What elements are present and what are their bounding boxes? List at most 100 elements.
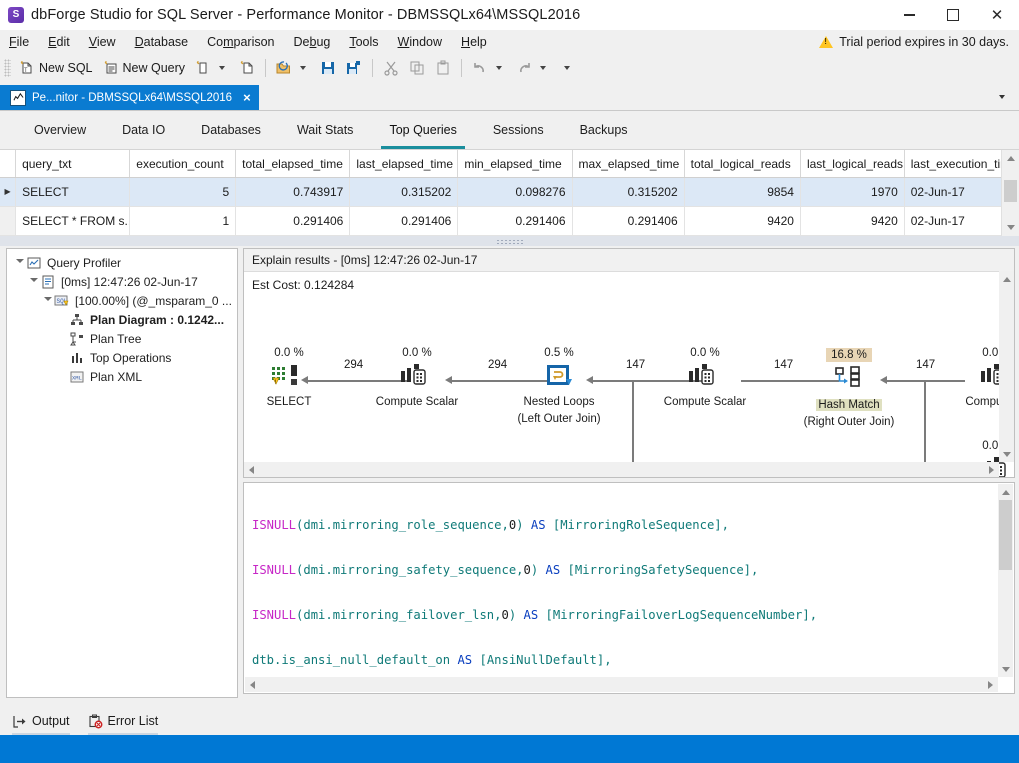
expander-icon[interactable]	[13, 259, 26, 267]
chevron-down-icon[interactable]	[496, 66, 502, 70]
new-query-icon	[103, 60, 119, 76]
scroll-down-button[interactable]	[998, 662, 1013, 677]
scroll-right-button[interactable]	[984, 462, 999, 477]
scroll-right-button[interactable]	[983, 677, 998, 692]
new-query-label: New Query	[123, 61, 186, 75]
open-button[interactable]	[271, 54, 315, 82]
menu-debug[interactable]: Debug	[285, 32, 340, 52]
sql-vertical-scrollbar[interactable]	[998, 484, 1013, 677]
tab-backups[interactable]: Backups	[562, 112, 646, 149]
tree-node-session[interactable]: [0ms] 12:47:26 02-Jun-17	[7, 272, 237, 291]
save-all-button[interactable]	[341, 54, 367, 82]
table-header-row: query_txt execution_count total_elapsed_…	[0, 150, 1019, 178]
paste-button	[430, 54, 456, 82]
expander-icon[interactable]	[27, 278, 40, 286]
scrollbar-thumb[interactable]	[1004, 180, 1017, 202]
menu-database[interactable]: Database	[126, 32, 198, 52]
horizontal-splitter[interactable]	[0, 236, 1019, 246]
column-header-min-elapsed-time[interactable]: min_elapsed_time	[458, 150, 572, 178]
tree-node-plan-xml[interactable]: XML Plan XML	[7, 367, 237, 386]
plan-vertical-scrollbar[interactable]	[999, 271, 1014, 462]
menu-tools[interactable]: Tools	[340, 32, 387, 52]
tree-node-plan-tree[interactable]: Plan Tree	[7, 329, 237, 348]
column-header-total-logical-reads[interactable]: total_logical_reads	[684, 150, 800, 178]
new-sql-button[interactable]: T New SQL	[14, 54, 98, 82]
scroll-up-button[interactable]	[999, 271, 1014, 288]
plan-horizontal-scrollbar[interactable]	[244, 462, 999, 477]
new-sql-icon: T	[19, 60, 35, 76]
chevron-down-icon[interactable]	[540, 66, 546, 70]
scroll-up-button[interactable]	[1002, 150, 1019, 167]
tab-data-io[interactable]: Data IO	[104, 112, 183, 149]
dock-tab-label: Output	[32, 714, 70, 728]
plan-canvas[interactable]: 294 294 147 147 147 294 0.0 %	[244, 292, 1014, 478]
chevron-down-icon	[999, 95, 1005, 99]
scroll-left-button[interactable]	[245, 677, 260, 692]
close-button[interactable]: ✕	[975, 0, 1019, 30]
tree-node-plan-diagram[interactable]: Plan Diagram : 0.1242...	[7, 310, 237, 329]
maximize-button[interactable]	[931, 0, 975, 30]
column-header-query-txt[interactable]: query_txt	[16, 150, 130, 178]
chevron-down-icon[interactable]	[300, 66, 306, 70]
scroll-up-button[interactable]	[998, 484, 1013, 501]
toolbar-separator-1	[265, 59, 266, 77]
chevron-down-icon[interactable]	[219, 66, 225, 70]
plan-node-hash-match[interactable]: 16.8 % Hash Match (Right Outer Join)	[784, 347, 914, 429]
scrollbar-thumb[interactable]	[999, 500, 1012, 570]
menu-comparison[interactable]: Comparison	[198, 32, 283, 52]
column-header-max-elapsed-time[interactable]: max_elapsed_time	[572, 150, 684, 178]
plan-node-compute-scalar-2[interactable]: 0.0 % Compute Scalar	[640, 347, 770, 409]
menu-help[interactable]: Help	[452, 32, 496, 52]
sql-horizontal-scrollbar[interactable]	[245, 677, 998, 692]
cell-last-logical-reads: 1970	[800, 178, 904, 207]
menu-file[interactable]: File	[0, 32, 38, 52]
new-query-button[interactable]: New Query	[98, 54, 191, 82]
dock-tab-error-list[interactable]: Error List	[88, 709, 159, 733]
scroll-down-button[interactable]	[1002, 219, 1019, 236]
menu-view[interactable]: View	[80, 32, 125, 52]
column-header-last-logical-reads[interactable]: last_logical_reads	[800, 150, 904, 178]
new-object-button[interactable]	[190, 54, 234, 82]
tab-overview[interactable]: Overview	[16, 112, 104, 149]
toolbar-overflow-button[interactable]	[555, 54, 579, 82]
plan-node-compute-scalar-1[interactable]: 0.0 % Compute Scalar	[352, 347, 482, 409]
tab-wait-stats[interactable]: Wait Stats	[279, 112, 372, 149]
window-title: dbForge Studio for SQL Server - Performa…	[31, 7, 580, 23]
expander-icon[interactable]	[41, 297, 54, 305]
new-file-button[interactable]	[234, 54, 260, 82]
sql-editor-text[interactable]: ISNULL(dmi.mirroring_role_sequence,0) AS…	[252, 488, 996, 694]
table-row[interactable]: SELECT * FROM s... 1 0.291406 0.291406 0…	[0, 207, 1019, 236]
cell-min-elapsed-time: 0.098276	[458, 178, 572, 207]
column-header-execution-count[interactable]: execution_count	[130, 150, 236, 178]
save-button[interactable]	[315, 54, 341, 82]
close-icon[interactable]: ×	[243, 90, 251, 105]
cell-execution-count: 1	[130, 207, 236, 236]
tree-node-top-operations[interactable]: Top Operations	[7, 348, 237, 367]
menu-window[interactable]: Window	[389, 32, 451, 52]
document-tabs-menu-button[interactable]	[985, 84, 1019, 110]
tree-node-statement[interactable]: SQL [100.00%] (@_msparam_0 ...	[7, 291, 237, 310]
error-list-icon	[88, 714, 103, 729]
plan-node-nested-loops[interactable]: 0.5 % Nested Loops (Left Outer Join)	[494, 347, 624, 426]
sql-editor-panel[interactable]: ISNULL(dmi.mirroring_role_sequence,0) AS…	[243, 482, 1015, 694]
tab-databases[interactable]: Databases	[183, 112, 279, 149]
maximize-icon	[947, 9, 959, 21]
minimize-button[interactable]	[887, 0, 931, 30]
tab-sessions[interactable]: Sessions	[475, 112, 562, 149]
tree-node-query-profiler[interactable]: Query Profiler	[7, 253, 237, 272]
plan-node-select[interactable]: 0.0 % ! SELECT	[243, 347, 354, 409]
plan-node-sublabel: (Left Outer Join)	[494, 413, 624, 426]
table-row[interactable]: ▶ SELECT 5 0.743917 0.315202 0.098276 0.…	[0, 178, 1019, 207]
cell-total-logical-reads: 9854	[684, 178, 800, 207]
column-header-last-elapsed-time[interactable]: last_elapsed_time	[350, 150, 458, 178]
document-tab-performance-monitor[interactable]: Pe...nitor - DBMSSQLx64\MSSQL2016 ×	[0, 85, 259, 110]
grid-vertical-scrollbar[interactable]	[1001, 150, 1019, 236]
tab-top-queries[interactable]: Top Queries	[371, 112, 474, 149]
scroll-down-button[interactable]	[999, 447, 1014, 462]
menu-edit[interactable]: Edit	[39, 32, 79, 52]
dock-tab-output[interactable]: Output	[12, 709, 70, 733]
toolbar-separator-2	[372, 59, 373, 77]
column-header-total-elapsed-time[interactable]: total_elapsed_time	[236, 150, 350, 178]
toolbar-grip[interactable]	[4, 59, 11, 77]
scroll-left-button[interactable]	[244, 462, 259, 477]
